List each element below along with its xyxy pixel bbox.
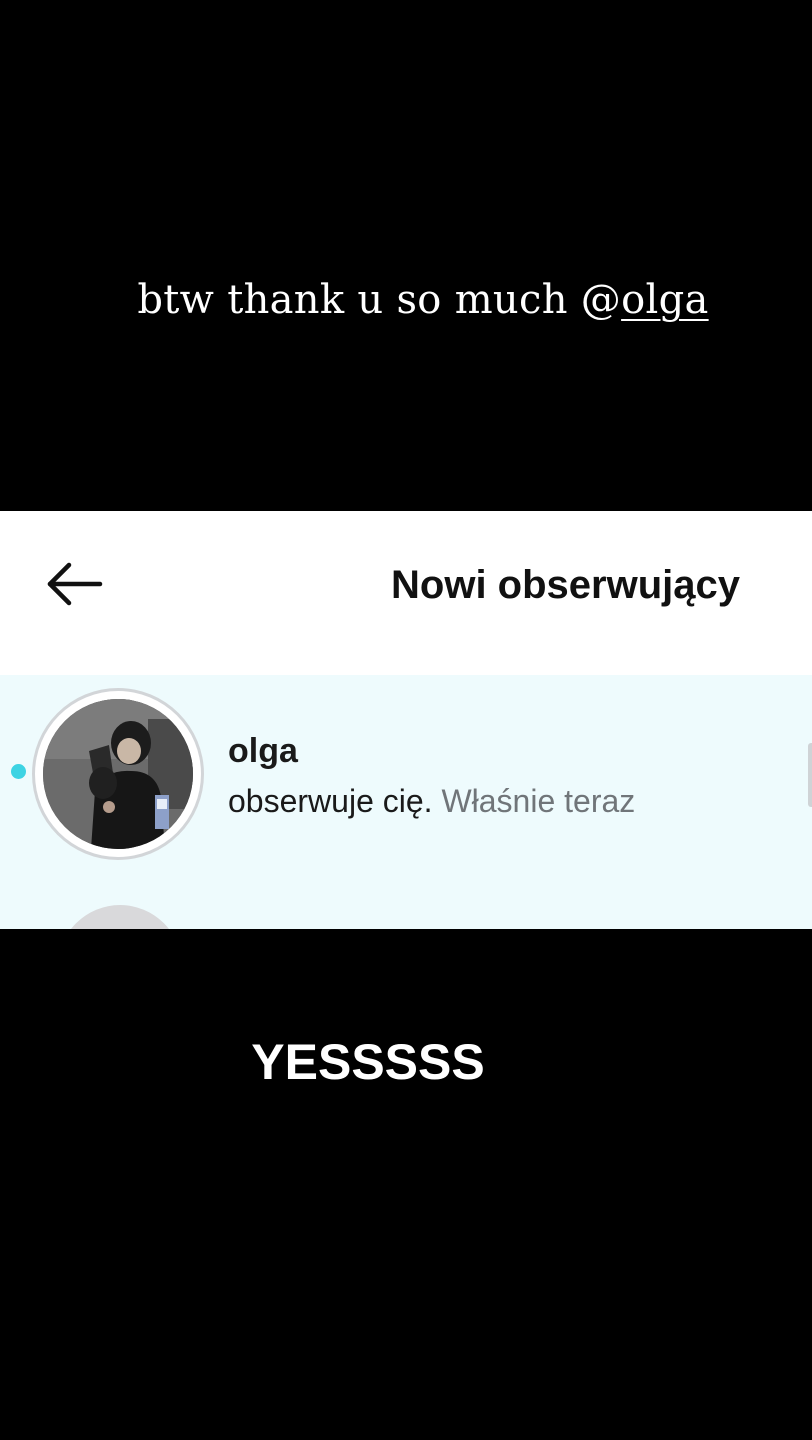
profile-photo (43, 699, 193, 849)
bottom-caption: YESSSSS (251, 1034, 485, 1090)
page-title: Nowi obserwujący (391, 563, 740, 607)
notification-row[interactable]: olga obserwuje cię. Właśnie teraz (0, 675, 812, 929)
notification-time: Właśnie teraz (441, 783, 636, 819)
username-link[interactable]: olga (228, 729, 298, 773)
story-frame: btw thank u so much @olga Nowi obserwują… (0, 0, 812, 1440)
follow-button-edge[interactable] (808, 743, 812, 807)
caption-at-sign: @ (580, 277, 622, 323)
notification-text: obserwuje cię. Właśnie teraz (228, 779, 635, 823)
back-button[interactable] (38, 553, 108, 613)
avatar[interactable] (35, 691, 201, 857)
notification-action: obserwuje cię. (228, 783, 433, 819)
mention-link[interactable]: olga (621, 277, 709, 323)
caption-text: btw thank u so much (137, 277, 568, 323)
unread-indicator (11, 764, 26, 779)
top-caption: btw thank u so much @olga (0, 270, 812, 330)
page-header: Nowi obserwujący (0, 511, 812, 675)
arrow-left-icon (38, 553, 108, 613)
screenshot-panel: Nowi obserwujący olga obserwuje cię. Wła… (0, 511, 812, 929)
next-row-avatar (58, 905, 182, 929)
